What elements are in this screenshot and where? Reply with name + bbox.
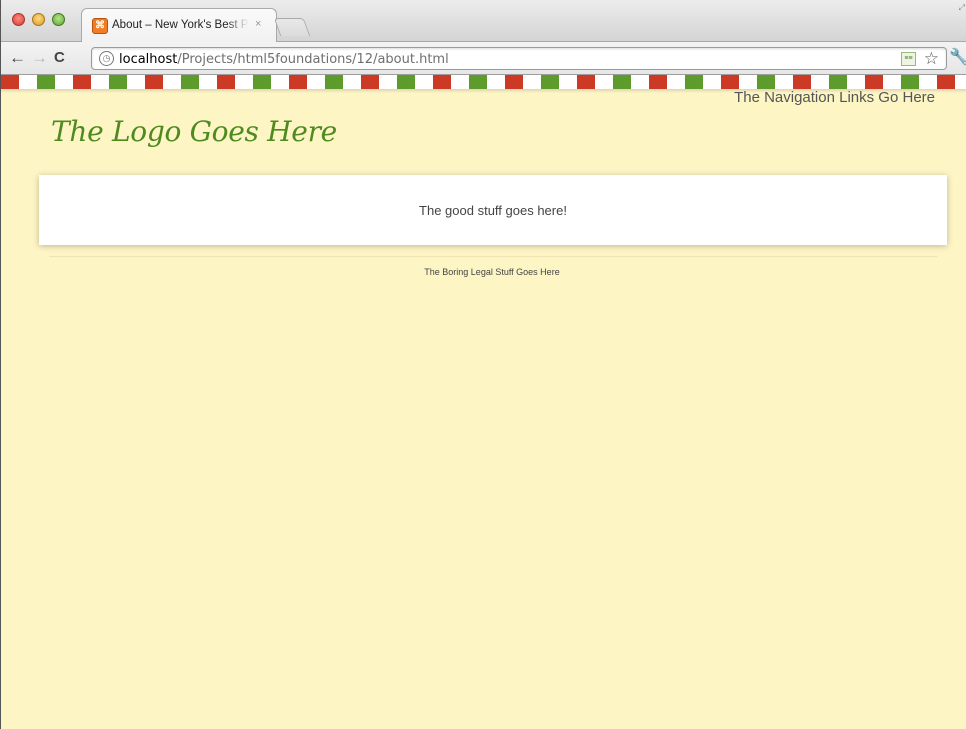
- stripe-segment: [901, 75, 919, 89]
- stripe-segment: [379, 75, 397, 89]
- stripe-segment: [433, 75, 451, 89]
- forward-arrow-icon[interactable]: →: [31, 49, 48, 67]
- minimize-window-button[interactable]: [32, 13, 45, 26]
- stripe-segment: [487, 75, 505, 89]
- stripe-segment: [541, 75, 559, 89]
- address-bar[interactable]: ◷ localhost/Projects/html5foundations/12…: [91, 47, 947, 70]
- stripe-segment: [667, 75, 685, 89]
- stripe-segment: [613, 75, 631, 89]
- stripe-segment: [199, 75, 217, 89]
- stripe-segment: [1, 75, 19, 89]
- star-icon[interactable]: ☆: [924, 49, 939, 69]
- stripe-segment: [757, 75, 775, 89]
- favicon-icon: ⌘: [92, 18, 108, 34]
- stripe-segment: [55, 75, 73, 89]
- reload-icon[interactable]: C: [54, 49, 65, 67]
- stripe-segment: [775, 75, 793, 89]
- stripe-segment: [217, 75, 235, 89]
- stripe-segment: [127, 75, 145, 89]
- navigation-links[interactable]: The Navigation Links Go Here: [734, 89, 935, 106]
- stripe-segment: [559, 75, 577, 89]
- stripe-segment: [235, 75, 253, 89]
- back-arrow-icon[interactable]: ←: [9, 49, 26, 67]
- globe-icon: ◷: [99, 51, 114, 66]
- legal-footer: The Boring Legal Stuff Goes Here: [424, 267, 560, 277]
- stripe-segment: [397, 75, 415, 89]
- title-bar: ⌘ About – New York's Best Pizza × ⤢: [1, 0, 966, 42]
- stripe-segment: [505, 75, 523, 89]
- url-path: /Projects/html5foundations/12/about.html: [177, 52, 449, 67]
- browser-toolbar: ← → C ◷ localhost/Projects/html5foundati…: [1, 42, 966, 75]
- stripe-segment: [163, 75, 181, 89]
- main-content-text: The good stuff goes here!: [419, 203, 567, 218]
- stripe-segment: [811, 75, 829, 89]
- stripe-segment: [109, 75, 127, 89]
- site-logo[interactable]: The Logo Goes Here: [51, 115, 337, 148]
- browser-tab[interactable]: ⌘ About – New York's Best Pizza ×: [81, 8, 277, 42]
- stripe-segment: [415, 75, 433, 89]
- stripe-segment: [91, 75, 109, 89]
- stripe-segment: [829, 75, 847, 89]
- footer-divider: [49, 256, 937, 257]
- stripe-segment: [793, 75, 811, 89]
- stripe-segment: [883, 75, 901, 89]
- wrench-icon[interactable]: 🔧: [949, 47, 966, 67]
- stripe-segment: [865, 75, 883, 89]
- stripe-segment: [361, 75, 379, 89]
- stripe-segment: [685, 75, 703, 89]
- stripe-segment: [955, 75, 966, 89]
- browser-window: ⌘ About – New York's Best Pizza × ⤢ ← → …: [0, 0, 966, 729]
- url-text[interactable]: localhost/Projects/html5foundations/12/a…: [119, 52, 449, 67]
- stripe-segment: [703, 75, 721, 89]
- stripe-segment: [631, 75, 649, 89]
- stripe-segment: [595, 75, 613, 89]
- stripe-segment: [37, 75, 55, 89]
- stripe-segment: [19, 75, 37, 89]
- stripe-segment: [271, 75, 289, 89]
- url-host: localhost: [119, 52, 178, 67]
- stripe-segment: [181, 75, 199, 89]
- stripe-segment: [73, 75, 91, 89]
- stripe-segment: [289, 75, 307, 89]
- main-content-box: The good stuff goes here!: [39, 175, 947, 245]
- zoom-window-button[interactable]: [52, 13, 65, 26]
- rss-icon[interactable]: ≡≡: [901, 52, 916, 66]
- stripe-segment: [451, 75, 469, 89]
- new-tab-button[interactable]: [273, 18, 311, 36]
- stripe-segment: [739, 75, 757, 89]
- stripe-segment: [721, 75, 739, 89]
- tab-close-icon[interactable]: ×: [255, 18, 261, 30]
- stripe-segment: [343, 75, 361, 89]
- stripe-segment: [577, 75, 595, 89]
- stripe-segment: [253, 75, 271, 89]
- page-viewport: The Navigation Links Go Here The Logo Go…: [1, 75, 966, 729]
- stripe-segment: [919, 75, 937, 89]
- stripe-segment: [469, 75, 487, 89]
- close-window-button[interactable]: [12, 13, 25, 26]
- stripe-segment: [937, 75, 955, 89]
- tab-title: About – New York's Best Pizza: [112, 19, 248, 31]
- stripe-segment: [523, 75, 541, 89]
- stripe-segment: [649, 75, 667, 89]
- stripe-segment: [325, 75, 343, 89]
- decorative-stripe: [1, 75, 966, 89]
- stripe-segment: [145, 75, 163, 89]
- stripe-segment: [307, 75, 325, 89]
- stripe-segment: [847, 75, 865, 89]
- fullscreen-icon[interactable]: ⤢: [959, 3, 965, 13]
